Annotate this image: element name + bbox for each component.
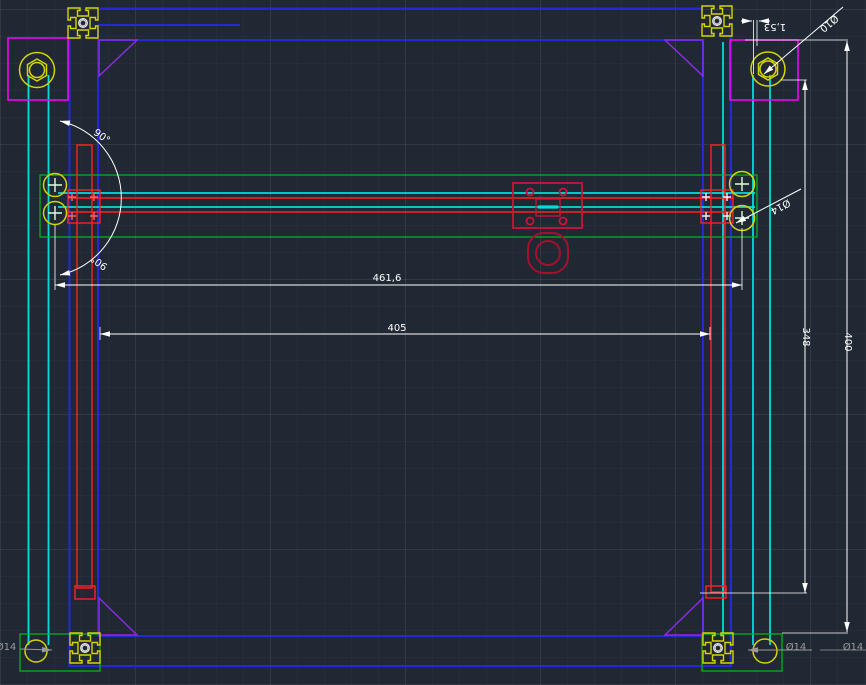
wheels[interactable] [20, 52, 786, 663]
belt-lines[interactable] [29, 42, 771, 645]
wheel-bottom-left[interactable] [25, 640, 47, 662]
plus-marker [48, 206, 62, 220]
plus-marker [735, 177, 749, 191]
motor-plate-top-left[interactable] [8, 38, 68, 100]
carriage-hole[interactable] [527, 218, 534, 225]
extrusion-icon[interactable] [70, 633, 100, 663]
motor-plates[interactable] [8, 38, 798, 100]
cad-viewport: 461,6 405 348 400 1,53 Ø10 Ø14 90° 90° Ø… [0, 0, 866, 685]
gantry-envelope-rect[interactable] [40, 175, 757, 237]
plus-marker [723, 193, 731, 201]
dim-text-d14-edge: Ø14 [843, 641, 864, 653]
drawing-layer: 461,6 405 348 400 1,53 Ø10 Ø14 90° 90° Ø… [0, 0, 866, 685]
dim-text-405: 405 [387, 323, 406, 334]
pulley-bore-top-left[interactable] [30, 63, 45, 78]
dim-text-153: 1,53 [764, 21, 786, 32]
carriage-hole[interactable] [527, 189, 534, 196]
carriage-hole[interactable] [560, 189, 567, 196]
dim-text-348: 348 [800, 327, 811, 346]
motor-pulley-top-left[interactable] [20, 53, 55, 88]
gusset-top-left[interactable] [99, 40, 137, 76]
dim-text-461: 461,6 [373, 273, 402, 284]
gusset-top-right[interactable] [665, 40, 703, 76]
pulley-bore-top-right[interactable] [760, 61, 776, 77]
wheel-bottom-right[interactable] [753, 639, 777, 663]
gusset-bottom-left[interactable] [99, 598, 137, 635]
carriage-hole[interactable] [560, 218, 567, 225]
extrusion-icon[interactable] [703, 633, 733, 663]
motor-pulley-top-right[interactable] [751, 52, 785, 86]
gantry-extents[interactable] [20, 175, 782, 671]
extrusion-icon[interactable] [702, 6, 732, 36]
dimensions[interactable] [55, 7, 848, 633]
wheel-center-markers [48, 177, 749, 225]
angle-text-upper: 90° [91, 127, 112, 146]
carriage-pulley[interactable] [528, 233, 568, 273]
gray-dimensions[interactable] [20, 649, 866, 650]
dim-text-d14-br: Ø14 [786, 641, 807, 653]
pulley-outer[interactable] [528, 233, 568, 273]
pulley-inner[interactable] [536, 241, 560, 265]
plus-marker [90, 193, 98, 201]
gusset-bottom-right[interactable] [665, 598, 703, 635]
dim-text-400: 400 [842, 332, 853, 351]
plus-marker [48, 178, 62, 192]
plus-marker [90, 212, 98, 220]
dim-text-d10: Ø10 [817, 12, 841, 34]
motor-plate-top-right[interactable] [730, 40, 798, 100]
extrusion-icon[interactable] [68, 8, 98, 38]
linear-rails[interactable] [68, 145, 733, 599]
frame-outline[interactable] [70, 9, 732, 668]
corner-gussets[interactable] [99, 40, 703, 635]
dim-text-d14-bl: Ø14 [0, 641, 16, 653]
